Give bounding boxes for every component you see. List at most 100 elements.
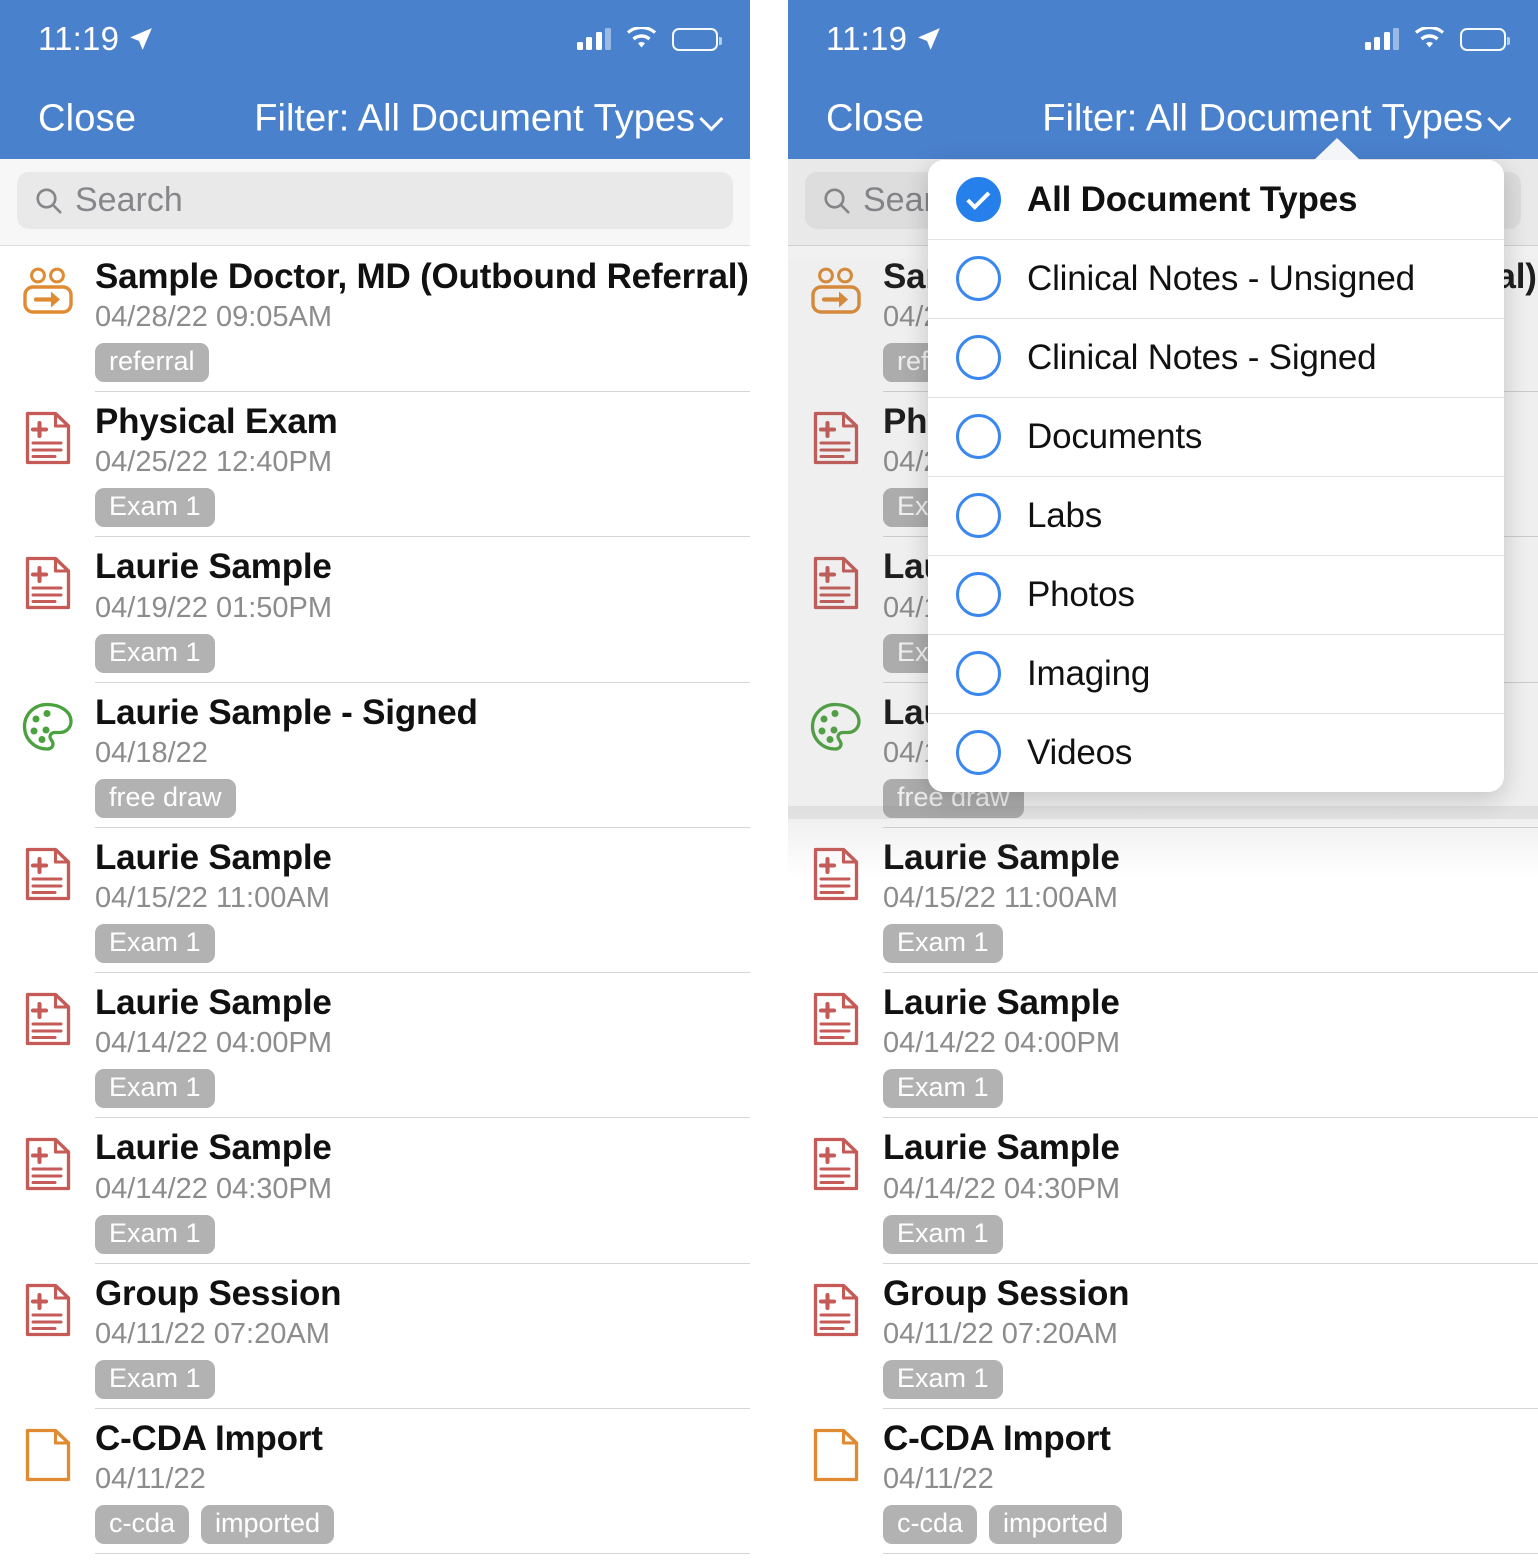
medical-note-document-icon: [25, 1138, 70, 1191]
radio-unchecked-icon[interactable]: [956, 414, 1001, 459]
list-item[interactable]: Laurie Sample 04/19/22 01:50PM Exam 1: [0, 536, 750, 681]
dropdown-option[interactable]: Clinical Notes - Unsigned: [928, 239, 1504, 318]
list-item-title: Laurie Sample: [883, 837, 1120, 877]
list-item-date: 04/15/22 11:00AM: [95, 882, 330, 915]
status-bar-right: [576, 27, 722, 51]
dropdown-option[interactable]: Labs: [928, 476, 1504, 555]
list-item-body: C-CDA Import 04/11/22 c-cda imported: [883, 1419, 1538, 1545]
radio-unchecked-icon[interactable]: [956, 572, 1001, 617]
search-icon: [36, 187, 62, 214]
chevron-down-icon: [699, 106, 724, 131]
medical-note-document-icon: [25, 993, 70, 1046]
battery-icon: [1460, 27, 1510, 51]
list-item-body: Laurie Sample 04/15/22 11:00AM Exam 1: [95, 837, 750, 964]
filter-label: Filter: All Document Types: [1042, 97, 1483, 139]
status-badge: imported: [989, 1505, 1123, 1545]
list-item[interactable]: Laurie Sample 04/15/22 11:00AM Exam 1: [788, 826, 1538, 972]
list-item-body: Laurie Sample 04/19/22 01:50PM Exam 1: [95, 547, 750, 673]
list-item-tags: Exam 1: [883, 1359, 1524, 1399]
list-item[interactable]: Physical Exam 04/25/22 12:40PM Exam 1: [0, 391, 750, 536]
cellular-signal-icon: [576, 28, 611, 50]
list-item[interactable]: Laurie Sample 04/14/22 04:00PM Exam 1: [788, 972, 1538, 1117]
list-item-title: Group Session: [95, 1273, 342, 1313]
list-item[interactable]: Laurie Sample 04/15/22 11:00AM Exam 1: [0, 826, 750, 972]
list-item-date: 04/19/22 01:50PM: [95, 591, 333, 624]
list-item[interactable]: Sample Doctor, MD (Outbound Referral) 04…: [0, 246, 750, 391]
list-item-tags: Exam 1: [883, 924, 1524, 964]
list-item[interactable]: C-CDA Import 04/11/22 c-cdaimported: [0, 1553, 750, 1562]
list-item-title: Physical Exam: [95, 402, 338, 442]
dropdown-option-label: Documents: [1027, 416, 1203, 456]
dropdown-option[interactable]: All Document Types: [928, 160, 1504, 239]
dropdown-option[interactable]: Videos: [928, 713, 1504, 792]
list-item[interactable]: Laurie Sample 04/14/22 04:30PM Exam 1: [788, 1117, 1538, 1262]
dropdown-option[interactable]: Clinical Notes - Signed: [928, 318, 1504, 397]
list-item-tags: Exam 1: [95, 1359, 736, 1399]
list-item-date: 04/15/22 11:00AM: [883, 882, 1118, 915]
status-time: 11:19: [826, 20, 908, 57]
list-item-title: Laurie Sample: [95, 837, 332, 877]
list-item-icon: [788, 838, 883, 963]
list-item-date: 04/14/22 04:30PM: [95, 1172, 333, 1205]
medical-note-document-icon: [813, 557, 858, 610]
battery-icon: [672, 27, 722, 51]
dropdown-option-label: Clinical Notes - Unsigned: [1027, 258, 1415, 298]
radio-unchecked-icon[interactable]: [956, 730, 1001, 775]
list-item[interactable]: Laurie Sample 04/14/22 04:30PM Exam 1: [0, 1117, 750, 1262]
dropdown-option[interactable]: Imaging: [928, 634, 1504, 713]
radio-unchecked-icon[interactable]: [956, 256, 1001, 301]
dropdown-option[interactable]: Photos: [928, 555, 1504, 634]
list-item-body: Laurie Sample 04/14/22 04:00PM Exam 1: [883, 983, 1538, 1109]
radio-unchecked-icon[interactable]: [956, 651, 1001, 696]
radio-unchecked-icon[interactable]: [956, 335, 1001, 380]
wifi-icon: [1414, 27, 1445, 48]
status-bar: 11:19: [0, 0, 750, 78]
list-item-title: Laurie Sample - Signed: [95, 692, 478, 732]
list-item[interactable]: Laurie Sample - Signed 04/18/22 free dra…: [0, 681, 750, 827]
radio-unchecked-icon[interactable]: [956, 493, 1001, 538]
list-item[interactable]: C-CDA Import 04/11/22 c-cdaimported: [788, 1553, 1538, 1562]
list-item-date: 04/11/22 07:20AM: [883, 1317, 1118, 1350]
radio-checked-icon[interactable]: [956, 177, 1001, 222]
list-item-date: 04/14/22 04:00PM: [95, 1027, 333, 1060]
list-item[interactable]: Group Session 04/11/22 07:20AM Exam 1: [788, 1262, 1538, 1408]
list-item[interactable]: C-CDA Import 04/11/22 c-cdaimported: [0, 1407, 750, 1553]
document-list-left[interactable]: Sample Doctor, MD (Outbound Referral) 04…: [0, 246, 750, 1562]
filter-dropdown-button[interactable]: Filter: All Document Types: [1042, 97, 1512, 140]
list-item-body: Physical Exam 04/25/22 12:40PM Exam 1: [95, 402, 750, 528]
top-bar: 11:19 Close Filter: All Document Types: [788, 0, 1538, 159]
medical-note-document-icon: [25, 847, 70, 901]
list-item-icon: [0, 1419, 95, 1544]
list-item-body: Group Session 04/11/22 07:20AM Exam 1: [95, 1274, 750, 1399]
list-item-body: Group Session 04/11/22 07:20AM Exam 1: [883, 1274, 1538, 1399]
dropdown-options-list[interactable]: All Document Types Clinical Notes - Unsig…: [928, 160, 1504, 792]
list-item-body: Sample Doctor, MD (Outbound Referral) 04…: [95, 257, 750, 383]
art-palette-icon: [810, 702, 861, 751]
search-input[interactable]: Search: [17, 172, 733, 229]
list-item-tags: Exam 1: [95, 1214, 736, 1254]
list-item[interactable]: Group Session 04/11/22 07:20AM Exam 1: [0, 1262, 750, 1408]
list-item-icon: [0, 257, 95, 382]
list-item-icon: [788, 547, 883, 672]
list-item-date: 04/18/22: [95, 736, 208, 769]
medical-note-document-icon: [25, 412, 70, 465]
list-item-icon: [0, 1128, 95, 1253]
list-item[interactable]: C-CDA Import 04/11/22 c-cdaimported: [788, 1407, 1538, 1553]
list-item-icon: [788, 1128, 883, 1253]
filter-dropdown-menu[interactable]: All Document Types Clinical Notes - Unsig…: [928, 138, 1504, 792]
status-badge: Exam 1: [95, 924, 215, 964]
filter-dropdown-button[interactable]: Filter: All Document Types: [254, 97, 724, 140]
status-time: 11:19: [38, 20, 120, 57]
list-item[interactable]: Laurie Sample 04/14/22 04:00PM Exam 1: [0, 972, 750, 1117]
list-item-body: Laurie Sample 04/14/22 04:30PM Exam 1: [95, 1128, 750, 1254]
status-badge: Exam 1: [95, 1069, 215, 1109]
medical-note-document-icon: [813, 993, 858, 1046]
list-item-body: Laurie Sample 04/14/22 04:30PM Exam 1: [883, 1128, 1538, 1254]
status-badge: Exam 1: [95, 1214, 215, 1254]
close-button[interactable]: Close: [38, 97, 136, 140]
dropdown-option[interactable]: Documents: [928, 397, 1504, 476]
close-button[interactable]: Close: [826, 97, 924, 140]
list-item-icon: [788, 402, 883, 527]
status-badge: Exam 1: [95, 488, 215, 528]
list-item-icon: [0, 1274, 95, 1399]
